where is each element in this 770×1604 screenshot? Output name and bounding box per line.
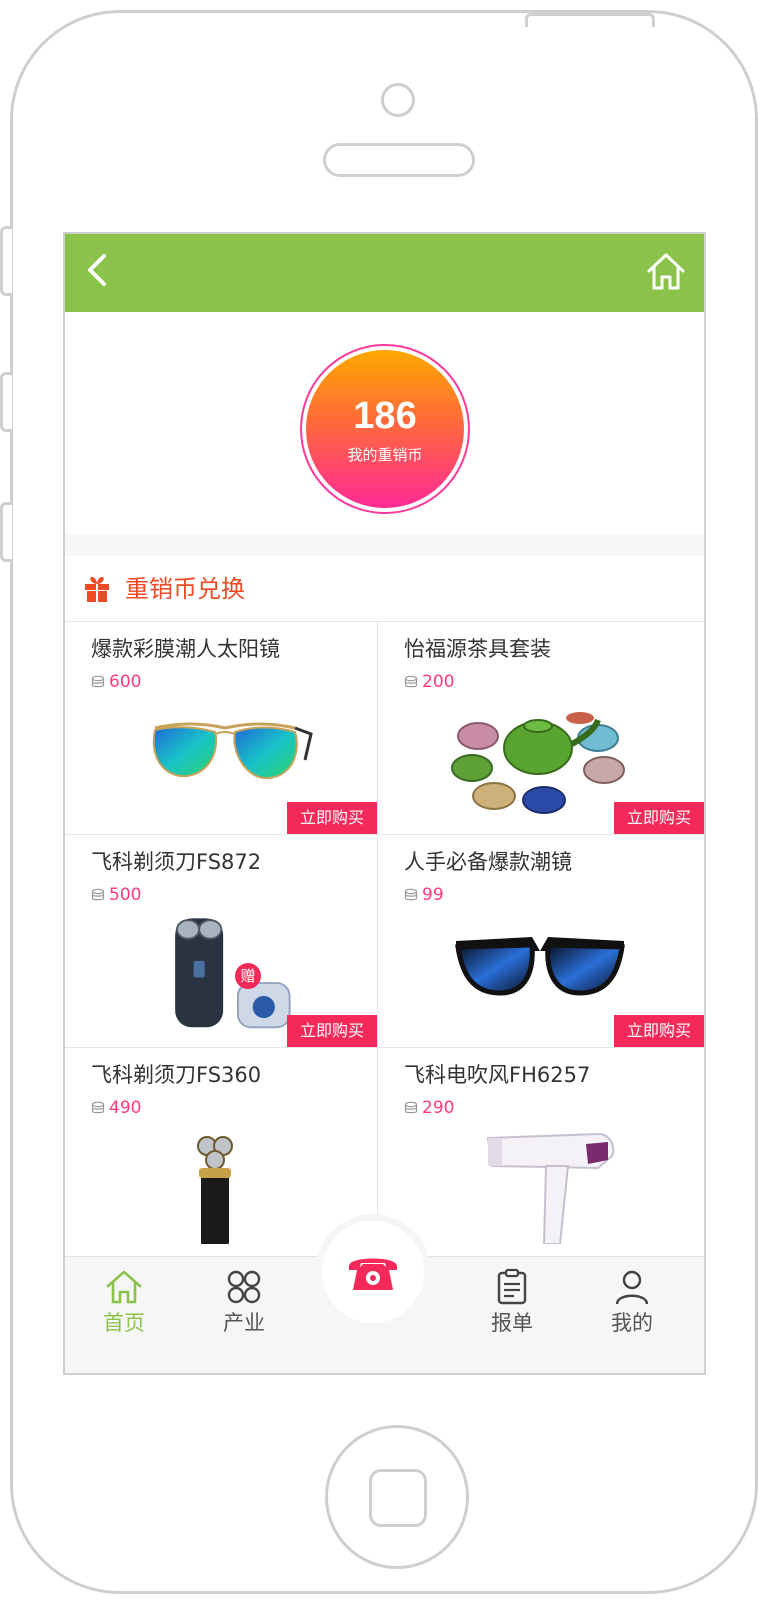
chevron-left-icon <box>88 254 106 286</box>
gift-badge: 赠 <box>235 963 261 989</box>
section-title: 重销币兑换 <box>125 575 245 603</box>
power-button <box>525 13 655 27</box>
coin-stack-icon <box>404 888 418 901</box>
buy-now-button[interactable]: 立即购买 <box>287 802 377 834</box>
product-card[interactable]: 爆款彩膜潮人太阳镜 600 立即购买 <box>65 622 378 835</box>
tab-industry[interactable]: 产业 <box>204 1263 284 1343</box>
product-price-value: 490 <box>109 1098 142 1118</box>
tab-label: 我的 <box>611 1311 653 1335</box>
product-card[interactable]: 飞科电吹风FH6257 290 <box>378 1048 704 1261</box>
product-price: 600 <box>91 670 141 694</box>
product-name: 飞科剃须刀FS360 <box>91 1063 262 1087</box>
gift-icon <box>85 577 109 602</box>
tab-label: 报单 <box>491 1311 533 1335</box>
product-price-value: 500 <box>109 885 142 905</box>
phone-home-button-square <box>369 1469 427 1527</box>
electric-shaver-image <box>175 918 291 1029</box>
coin-stack-icon <box>91 675 105 688</box>
coin-stack-icon <box>91 1101 105 1114</box>
tab-label: 首页 <box>103 1311 145 1335</box>
tab-home[interactable]: 首页 <box>84 1263 164 1343</box>
product-price: 200 <box>404 670 454 694</box>
coin-stack-icon <box>91 888 105 901</box>
tab-mine[interactable]: 我的 <box>592 1263 672 1343</box>
buy-now-button[interactable]: 立即购买 <box>287 1015 377 1047</box>
product-price: 99 <box>404 883 444 907</box>
section-header: 重销币兑换 <box>65 556 704 622</box>
product-card[interactable]: 人手必备爆款潮镜 99 立即购买 <box>378 835 704 1048</box>
home-icon <box>106 1270 142 1304</box>
phone-icon <box>349 1258 397 1290</box>
clipboard-icon <box>497 1268 527 1305</box>
tab-label: 产业 <box>223 1311 265 1335</box>
product-name: 怡福源茶具套装 <box>404 637 551 661</box>
product-card[interactable]: 飞科剃须刀FS360 490 <box>65 1048 378 1261</box>
earpiece-speaker <box>323 143 475 177</box>
coin-balance-label: 我的重销币 <box>347 445 423 464</box>
home-outline-icon <box>647 253 685 290</box>
coin-stack-icon <box>404 1101 418 1114</box>
section-divider <box>65 534 704 556</box>
volume-up-button <box>0 372 12 432</box>
product-price: 290 <box>404 1096 454 1120</box>
product-card[interactable]: 怡福源茶具套装 200 立即购买 <box>378 622 704 835</box>
tab-orders[interactable]: 报单 <box>472 1263 552 1343</box>
product-name: 人手必备爆款潮镜 <box>404 850 572 874</box>
square-sunglasses-image <box>455 937 625 996</box>
front-camera <box>381 83 415 117</box>
app-screen: 186 我的重销币 重销币兑换 爆款彩膜潮人太阳镜 600 立即购买 怡福源茶具… <box>63 232 706 1375</box>
product-name: 飞科电吹风FH6257 <box>404 1063 591 1087</box>
volume-down-button <box>0 502 12 562</box>
coin-balance-value: 186 <box>353 394 417 437</box>
aviator-sunglasses-image <box>152 722 313 780</box>
user-icon <box>615 1270 649 1305</box>
hair-dryer-image <box>486 1132 615 1244</box>
header-bar <box>65 234 704 312</box>
product-price-value: 600 <box>109 672 142 692</box>
product-price: 490 <box>91 1096 141 1120</box>
mute-switch <box>0 226 12 296</box>
product-name: 飞科剃须刀FS872 <box>91 850 262 874</box>
coin-balance-panel: 186 我的重销币 <box>65 312 704 557</box>
back-button[interactable] <box>79 252 119 292</box>
header-home-button[interactable] <box>644 250 688 294</box>
product-price: 500 <box>91 883 141 907</box>
buy-now-button[interactable]: 立即购买 <box>614 1015 704 1047</box>
product-name: 爆款彩膜潮人太阳镜 <box>91 637 280 661</box>
buy-now-button[interactable]: 立即购买 <box>614 802 704 834</box>
coin-stack-icon <box>404 675 418 688</box>
tea-set-image <box>451 712 625 814</box>
grid-icon <box>227 1270 261 1304</box>
electric-shaver-gold-image <box>197 1136 233 1244</box>
product-price-value: 290 <box>422 1098 455 1118</box>
coin-balance-badge: 186 我的重销币 <box>300 344 470 514</box>
product-price-value: 99 <box>422 885 444 905</box>
product-card[interactable]: 飞科剃须刀FS872 500 赠 立即购买 <box>65 835 378 1048</box>
call-button[interactable] <box>322 1221 424 1323</box>
product-price-value: 200 <box>422 672 455 692</box>
